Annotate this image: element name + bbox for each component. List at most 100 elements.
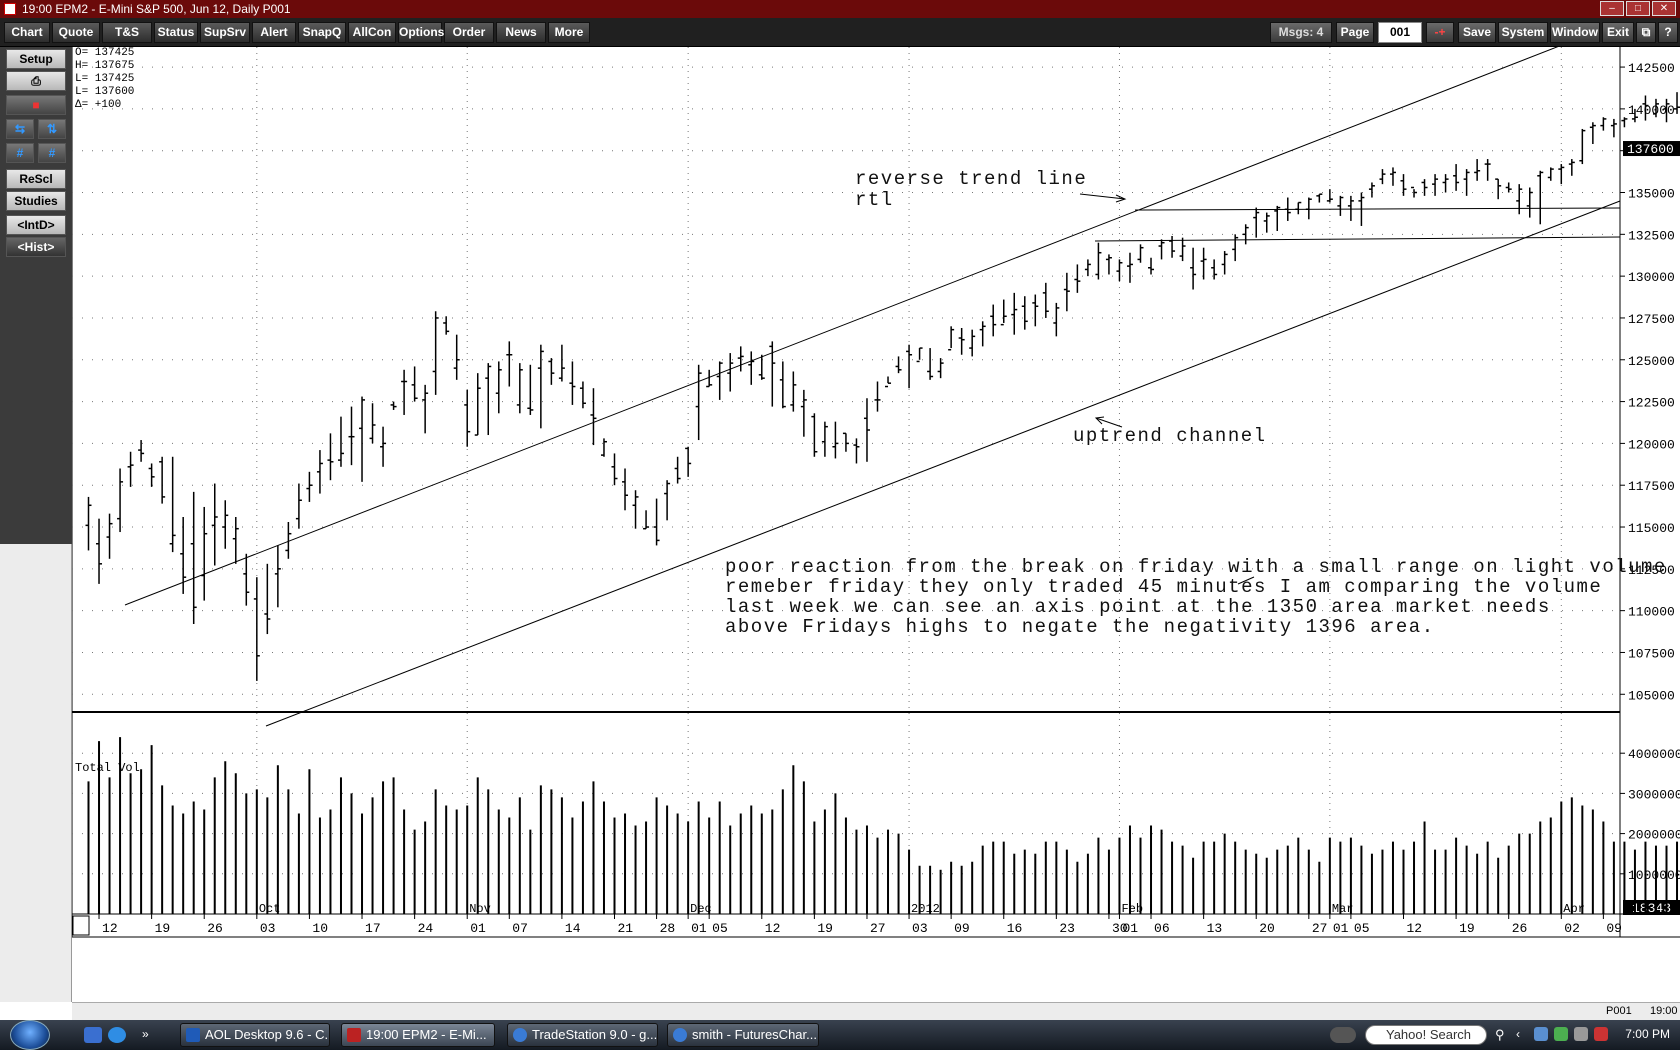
intraday-button[interactable]: <IntD>	[6, 215, 66, 235]
quote-button[interactable]: Quote	[52, 22, 100, 43]
date-label: 16	[1007, 921, 1023, 936]
window-title: 19:00 EPM2 - E-Mini S&P 500, Jun 12, Dai…	[22, 2, 291, 16]
date-label: 06	[1154, 921, 1170, 936]
left-panel: Setup ⎙ ■ ⇆ ⇅ # # ReScl Studies <IntD> <…	[0, 47, 72, 1002]
setup-button[interactable]: Setup	[6, 49, 66, 69]
taskbar-clock: 7:00 PM	[1625, 1027, 1670, 1041]
volume-tick-label: 2000000	[1628, 828, 1680, 843]
tray-alert-icon[interactable]	[1594, 1027, 1608, 1041]
system-button[interactable]: System	[1498, 22, 1548, 43]
save-button[interactable]: Save	[1458, 22, 1496, 43]
price-tick-label: 142500	[1628, 61, 1675, 76]
date-label: 03	[912, 921, 928, 936]
date-label: 01	[691, 921, 707, 936]
taskbar-item-label: TradeStation 9.0 - g...	[532, 1027, 658, 1042]
date-label: 14	[565, 921, 581, 936]
close-button[interactable]: ✕	[1652, 1, 1676, 16]
news-button[interactable]: News	[496, 22, 546, 43]
search-icon[interactable]: ⚲	[1495, 1027, 1509, 1043]
date-label: 23	[1059, 921, 1075, 936]
last-volume-label: 18343	[1632, 901, 1671, 916]
price-chart[interactable]: 1425001400001375001350001325001300001275…	[72, 47, 1680, 1002]
minimize-button[interactable]: –	[1600, 1, 1624, 16]
color-palette-icon[interactable]: ■	[6, 95, 66, 115]
taskbar-item-chart[interactable]: 19:00 EPM2 - E-Mi...	[341, 1023, 495, 1047]
tray-volume-icon[interactable]	[1574, 1027, 1588, 1041]
options-button[interactable]: Options	[398, 22, 444, 43]
date-label: 19	[155, 921, 171, 936]
date-label: 12	[765, 921, 781, 936]
annotation-rtl-1: reverse trend line	[855, 168, 1087, 190]
price-tick-label: 107500	[1628, 646, 1675, 661]
date-label: 12	[1407, 921, 1423, 936]
date-label: 24	[418, 921, 434, 936]
note-line-3: last week we can see an axis point at th…	[725, 596, 1551, 618]
hp-logo-icon	[1330, 1027, 1356, 1043]
more-button[interactable]: More	[548, 22, 590, 43]
date-label: 26	[207, 921, 223, 936]
tray-expand-icon[interactable]: ‹	[1516, 1027, 1528, 1043]
tray-app-icon[interactable]	[1554, 1027, 1568, 1041]
taskbar-item-futurescharts[interactable]: smith - FuturesChar...	[667, 1023, 819, 1047]
taskbar-item-label: smith - FuturesChar...	[692, 1027, 817, 1042]
exit-button[interactable]: Exit	[1602, 22, 1634, 43]
time-and-sales-button[interactable]: T&S	[102, 22, 152, 43]
show-desktop-icon[interactable]	[84, 1027, 102, 1043]
page-stepper-button[interactable]: -+	[1426, 22, 1454, 43]
chart-button[interactable]: Chart	[4, 22, 50, 43]
taskbar-item-tradestation[interactable]: TradeStation 9.0 - g...	[507, 1023, 658, 1047]
allcon-button[interactable]: AllCon	[348, 22, 396, 43]
date-label: 17	[365, 921, 381, 936]
date-label: 07	[512, 921, 528, 936]
order-button[interactable]: Order	[444, 22, 494, 43]
last-price-label: 137600	[1627, 142, 1674, 157]
horizontal-scroll-icon[interactable]: ⇆	[6, 119, 34, 139]
vertical-scroll-icon[interactable]: ⇅	[38, 119, 66, 139]
rescale-button[interactable]: ReScl	[6, 169, 66, 189]
price-tick-label: 122500	[1628, 396, 1675, 411]
compress-vertical-icon[interactable]: #	[38, 143, 66, 163]
volume-pane-label: Total Vol	[75, 761, 140, 775]
window-button[interactable]: Window	[1550, 22, 1600, 43]
date-label: 01	[1122, 921, 1138, 936]
aol-icon	[186, 1028, 200, 1042]
taskbar-item-aol[interactable]: AOL Desktop 9.6 - C...	[180, 1023, 330, 1047]
ohlc-high: H= 137675	[75, 60, 134, 72]
search-label: Yahoo! Search	[1386, 1027, 1472, 1042]
history-button[interactable]: <Hist>	[6, 237, 66, 257]
maximize-button[interactable]: □	[1626, 1, 1650, 16]
snapq-button[interactable]: SnapQ	[298, 22, 346, 43]
chevron-right-icon[interactable]: »	[142, 1027, 154, 1043]
volume-tick-label: 3000000	[1628, 787, 1680, 802]
restore-icon[interactable]: ⧉	[1636, 22, 1656, 43]
browser-icon	[673, 1028, 687, 1042]
supsrv-button[interactable]: SupSrv	[200, 22, 250, 43]
price-tick-label: 127500	[1628, 312, 1675, 327]
windows-taskbar: » AOL Desktop 9.6 - C... 19:00 EPM2 - E-…	[0, 1020, 1680, 1050]
price-tick-label: 117500	[1628, 479, 1675, 494]
status-bar: P001 19:00	[72, 1002, 1680, 1020]
main-toolbar: Chart Quote T&S Status SupSrv Alert Snap…	[0, 18, 1680, 47]
compress-horizontal-icon[interactable]: #	[6, 143, 34, 163]
yahoo-search-box[interactable]: Yahoo! Search	[1365, 1025, 1487, 1045]
date-label: 19	[1459, 921, 1475, 936]
ohlc-last: L= 137600	[75, 86, 134, 98]
status-page: P001	[1606, 1005, 1632, 1017]
internet-explorer-icon[interactable]	[108, 1027, 126, 1043]
start-button[interactable]	[10, 1020, 50, 1050]
page-number-field[interactable]: 001	[1378, 22, 1422, 43]
printer-icon[interactable]: ⎙	[6, 71, 66, 91]
date-label: 13	[1207, 921, 1223, 936]
tradestation-chart-icon	[347, 1028, 361, 1042]
alert-button[interactable]: Alert	[252, 22, 296, 43]
date-label: 01	[470, 921, 486, 936]
help-button[interactable]: ?	[1658, 22, 1678, 43]
date-label: 05	[712, 921, 728, 936]
annotation-channel: uptrend channel	[1073, 425, 1267, 447]
studies-button[interactable]: Studies	[6, 191, 66, 211]
price-tick-label: 125000	[1628, 354, 1675, 369]
messages-button[interactable]: Msgs: 4	[1270, 22, 1332, 43]
ohlc-change: Δ= +100	[75, 99, 121, 111]
status-button[interactable]: Status	[154, 22, 198, 43]
tray-network-icon[interactable]	[1534, 1027, 1548, 1041]
